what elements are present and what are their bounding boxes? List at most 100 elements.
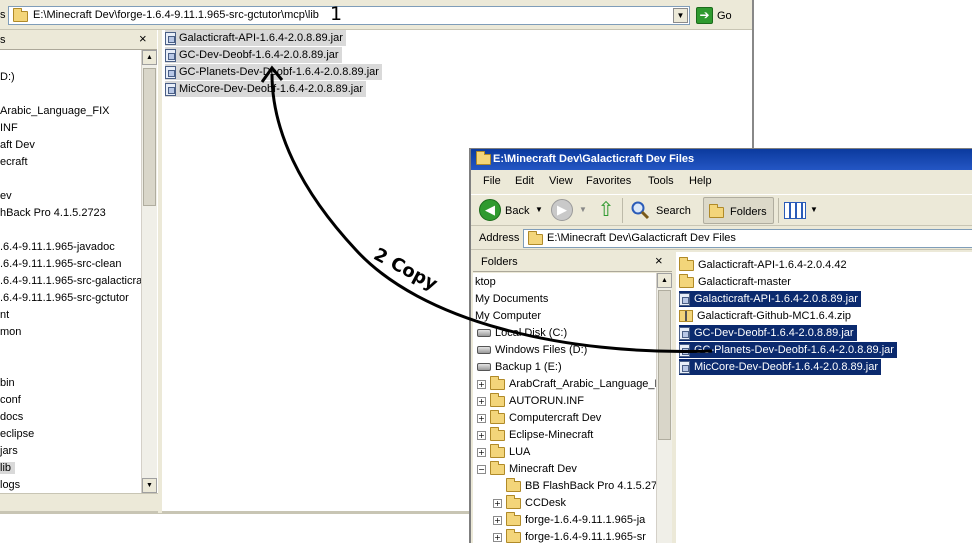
tree-scrollbar[interactable]: ▲ <box>656 273 672 543</box>
bg-tree-item[interactable]: hBack Pro 4.1.5.2723 <box>0 207 106 219</box>
menu-file[interactable]: File <box>483 175 501 187</box>
go-label: Go <box>717 9 732 22</box>
bg-tree-item[interactable]: conf <box>0 394 21 406</box>
scroll-up-icon[interactable]: ▲ <box>657 273 672 288</box>
file-item[interactable]: Galacticraft-Github-MC1.6.4.zip <box>679 308 854 324</box>
bg-tree-item[interactable]: lib <box>0 462 16 474</box>
bg-tree-item[interactable]: .6.4-9.11.1.965-javadoc <box>0 241 115 253</box>
menu-tools[interactable]: Tools <box>648 175 674 187</box>
address-input[interactable]: E:\Minecraft Dev\Galacticraft Dev Files <box>523 229 972 248</box>
tree-item[interactable]: + ArabCraft_Arabic_Language_F <box>477 375 656 390</box>
scroll-up-icon[interactable]: ▲ <box>142 50 157 65</box>
scroll-down-icon[interactable]: ▼ <box>142 478 157 493</box>
file-item[interactable]: GC-Planets-Dev-Deobf-1.6.4-2.0.8.89.jar <box>679 342 897 358</box>
expand-icon[interactable]: + <box>493 498 502 508</box>
go-button[interactable]: ➔ Go <box>696 6 732 25</box>
expand-icon[interactable]: + <box>477 413 486 423</box>
tree-item[interactable]: ktop <box>475 276 496 288</box>
close-icon[interactable]: × <box>655 253 663 268</box>
bg-address-input[interactable]: E:\Minecraft Dev\forge-1.6.4-9.11.1.965-… <box>8 6 690 25</box>
chevron-down-icon[interactable]: ▼ <box>810 205 818 214</box>
bg-file-item[interactable]: MicCore-Dev-Deobf-1.6.4-2.0.8.89.jar <box>165 81 367 97</box>
search-button[interactable]: Search <box>656 205 691 217</box>
expand-icon[interactable]: + <box>493 532 502 542</box>
chevron-down-icon[interactable]: ▼ <box>535 205 543 214</box>
bg-tree-item[interactable]: INF <box>0 122 18 134</box>
file-item[interactable]: Galacticraft-master <box>679 273 794 290</box>
chevron-down-icon[interactable]: ▼ <box>579 205 587 214</box>
file-item[interactable]: Galacticraft-API-1.6.4-2.0.8.89.jar <box>679 291 861 307</box>
bg-tree-item[interactable]: logs <box>0 479 20 491</box>
back-arrow-icon[interactable]: ◀ <box>479 199 501 221</box>
bg-tree-item[interactable]: ecraft <box>0 156 28 168</box>
tree-item[interactable]: + Eclipse-Minecraft <box>477 426 593 441</box>
bg-tree-item[interactable]: mon <box>0 326 21 338</box>
tree-item[interactable]: Windows Files (D:) <box>477 344 587 356</box>
tree-item-label: forge-1.6.4-9.11.1.965-sr <box>525 531 646 543</box>
tree-item-label: Computercraft Dev <box>509 412 602 424</box>
tree-item[interactable]: + Computercraft Dev <box>477 409 602 424</box>
scrollbar-thumb[interactable] <box>658 290 671 440</box>
drive-icon <box>477 329 491 337</box>
bg-tree-item[interactable]: Arabic_Language_FIX <box>0 105 109 117</box>
file-item[interactable]: MicCore-Dev-Deobf-1.6.4-2.0.8.89.jar <box>679 359 882 375</box>
tree-item[interactable]: + AUTORUN.INF <box>477 392 584 407</box>
back-button[interactable]: Back <box>505 205 529 217</box>
collapse-icon[interactable]: − <box>477 464 486 474</box>
expand-icon[interactable]: + <box>477 379 486 389</box>
forward-arrow-icon[interactable]: ▶ <box>551 199 573 221</box>
bg-tree-item[interactable]: .6.4-9.11.1.965-src-clean <box>0 258 121 270</box>
file-item[interactable]: GC-Dev-Deobf-1.6.4-2.0.8.89.jar <box>679 325 857 341</box>
bg-tree-item[interactable]: aft Dev <box>0 139 35 151</box>
tree-item[interactable]: My Computer <box>475 310 541 322</box>
folder-icon <box>528 231 543 245</box>
annotation-step-2-copy: 2 Copy <box>370 244 441 295</box>
menu-help[interactable]: Help <box>689 175 712 187</box>
jar-file-icon <box>679 343 690 357</box>
drive-icon <box>477 346 491 354</box>
tree-item[interactable]: + forge-1.6.4-9.11.1.965-sr <box>475 528 646 543</box>
folders-pane-header: Folders × <box>473 252 672 272</box>
tree-item[interactable]: + LUA <box>477 443 530 458</box>
toolbar-separator <box>622 198 623 223</box>
views-icon[interactable] <box>784 202 806 219</box>
folders-button[interactable]: Folders <box>703 197 774 224</box>
bg-tree-item[interactable]: bin <box>0 377 15 389</box>
bg-tree-item[interactable]: nt <box>0 309 9 321</box>
menu-favorites[interactable]: Favorites <box>586 175 631 187</box>
bg-tree-item[interactable]: .6.4-9.11.1.965-src-galacticra <box>0 275 141 287</box>
bg-tree-item[interactable]: D:) <box>0 71 15 83</box>
scrollbar-thumb[interactable] <box>143 68 156 206</box>
tree-item[interactable]: BB FlashBack Pro 4.1.5.27 <box>475 477 656 492</box>
close-icon[interactable]: × <box>139 31 147 46</box>
bg-tree-item[interactable]: .6.4-9.11.1.965-src-gctutor <box>0 292 129 304</box>
search-icon[interactable] <box>630 200 650 220</box>
tree-item-label: BB FlashBack Pro 4.1.5.27 <box>525 480 656 492</box>
tree-item-label: forge-1.6.4-9.11.1.965-ja <box>525 514 646 526</box>
file-item[interactable]: Galacticraft-API-1.6.4-2.0.4.42 <box>679 256 850 273</box>
tree-item[interactable]: My Documents <box>475 293 548 305</box>
tree-item[interactable]: Backup 1 (E:) <box>477 361 562 373</box>
expand-icon[interactable]: + <box>477 396 486 406</box>
expand-icon[interactable]: + <box>493 515 502 525</box>
tree-item[interactable]: + forge-1.6.4-9.11.1.965-ja <box>475 511 646 526</box>
address-path: E:\Minecraft Dev\Galacticraft Dev Files <box>547 232 736 244</box>
bg-file-item[interactable]: GC-Dev-Deobf-1.6.4-2.0.8.89.jar <box>165 47 342 63</box>
up-folder-icon[interactable]: ⇧ <box>595 199 617 221</box>
menu-edit[interactable]: Edit <box>515 175 534 187</box>
expand-icon[interactable]: + <box>477 447 486 457</box>
menu-view[interactable]: View <box>549 175 573 187</box>
bg-tree-item[interactable]: eclipse <box>0 428 34 440</box>
expand-icon[interactable]: + <box>477 430 486 440</box>
tree-item[interactable]: − Minecraft Dev <box>477 460 577 475</box>
bg-file-item[interactable]: GC-Planets-Dev-Deobf-1.6.4-2.0.8.89.jar <box>165 64 382 80</box>
bg-tree-item[interactable]: docs <box>0 411 23 423</box>
tree-item[interactable]: + CCDesk <box>475 494 566 509</box>
bg-tree-item[interactable]: jars <box>0 445 18 457</box>
tree-item[interactable]: Local Disk (C:) <box>477 327 567 339</box>
bg-tree-item[interactable]: ev <box>0 190 12 202</box>
bg-tree-scrollbar[interactable]: ▲ ▼ <box>141 50 157 493</box>
bg-file-item[interactable]: Galacticraft-API-1.6.4-2.0.8.89.jar <box>165 30 346 46</box>
title-bar[interactable]: E:\Minecraft Dev\Galacticraft Dev Files <box>471 149 972 170</box>
chevron-down-icon[interactable]: ▼ <box>673 8 688 23</box>
